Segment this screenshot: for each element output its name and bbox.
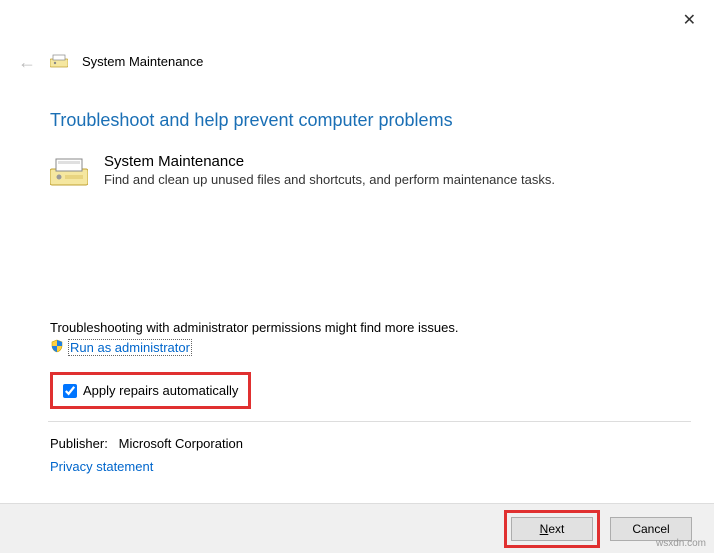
wizard-footer: Next Cancel: [0, 503, 714, 553]
wizard-header: ← System Maintenance: [18, 52, 203, 71]
separator: [48, 421, 691, 422]
run-as-admin-row: Run as administrator: [50, 339, 689, 356]
system-maintenance-large-icon: [50, 153, 88, 190]
uac-shield-icon: [50, 339, 64, 356]
troubleshooter-info: System Maintenance Find and clean up unu…: [104, 153, 555, 187]
cancel-button[interactable]: Cancel: [610, 517, 692, 541]
window-title: System Maintenance: [82, 54, 203, 69]
wizard-content: Troubleshoot and help prevent computer p…: [50, 110, 689, 474]
privacy-statement-link[interactable]: Privacy statement: [50, 459, 153, 474]
back-arrow-icon: ←: [18, 53, 36, 71]
apply-repairs-row: Apply repairs automatically: [50, 372, 251, 409]
close-button[interactable]: ✕: [683, 10, 696, 30]
publisher-label: Publisher:: [50, 436, 108, 451]
admin-permissions-note: Troubleshooting with administrator permi…: [50, 320, 689, 335]
troubleshooter-name: System Maintenance: [104, 153, 555, 170]
run-as-administrator-link[interactable]: Run as administrator: [68, 339, 192, 356]
apply-repairs-checkbox[interactable]: [63, 384, 77, 398]
publisher-value: Microsoft Corporation: [119, 436, 243, 451]
apply-repairs-label[interactable]: Apply repairs automatically: [83, 383, 238, 398]
system-maintenance-small-icon: [50, 52, 68, 71]
troubleshooter-summary: System Maintenance Find and clean up unu…: [50, 153, 689, 190]
next-button[interactable]: Next: [511, 517, 593, 541]
publisher-row: Publisher: Microsoft Corporation: [50, 436, 689, 451]
watermark: wsxdn.com: [656, 538, 706, 549]
page-heading: Troubleshoot and help prevent computer p…: [50, 110, 689, 131]
next-button-highlight: Next: [504, 510, 600, 548]
troubleshooter-description: Find and clean up unused files and short…: [104, 172, 555, 187]
